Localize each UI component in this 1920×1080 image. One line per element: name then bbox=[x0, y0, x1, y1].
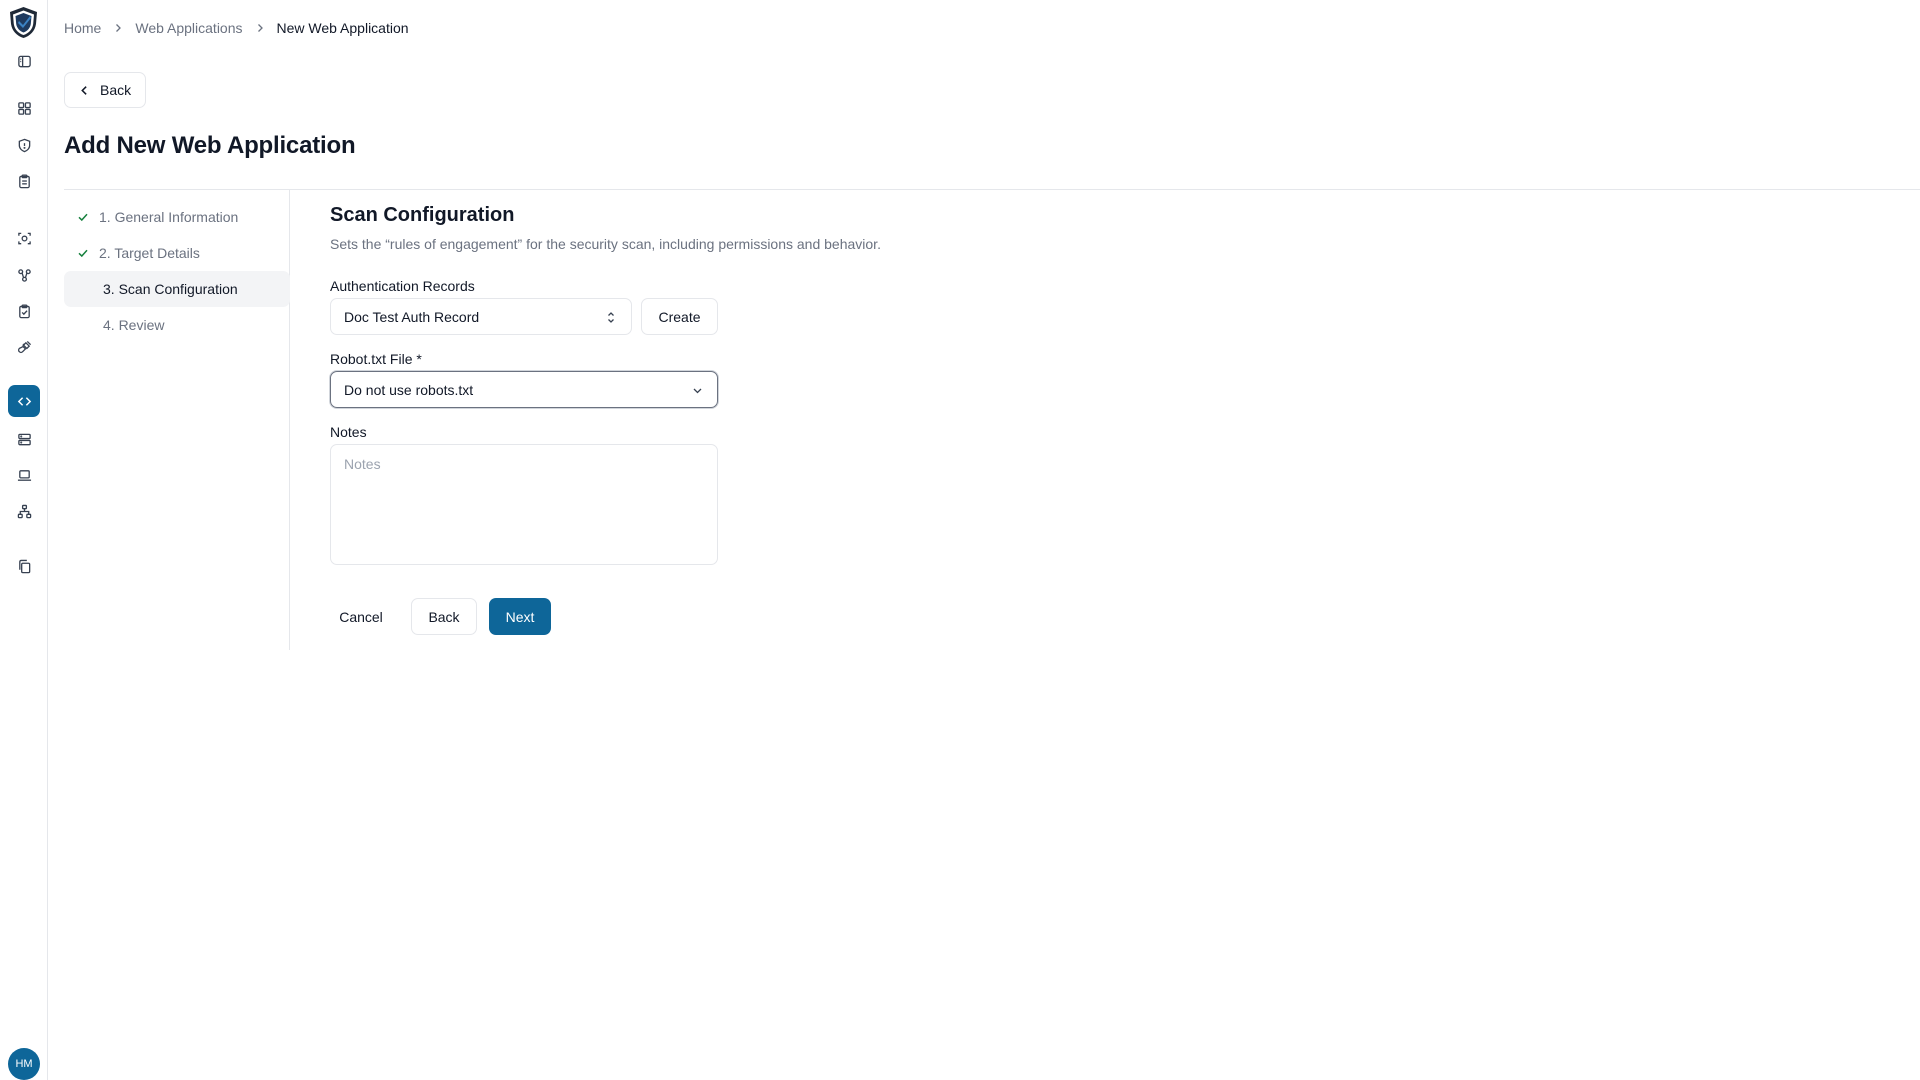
step-label: 2. Target Details bbox=[99, 245, 200, 261]
shield-icon[interactable] bbox=[14, 135, 34, 155]
page-title: Add New Web Application bbox=[64, 132, 356, 159]
authentication-records-select[interactable]: Doc Test Auth Record bbox=[330, 298, 632, 335]
breadcrumb-web-applications[interactable]: Web Applications bbox=[135, 20, 242, 36]
step-label: 1. General Information bbox=[99, 209, 239, 225]
section-title: Scan Configuration bbox=[330, 204, 515, 226]
cancel-button[interactable]: Cancel bbox=[330, 598, 392, 635]
icon-rail: HM bbox=[0, 0, 48, 1080]
next-button[interactable]: Next bbox=[489, 598, 551, 635]
chevrons-up-down-icon bbox=[608, 312, 614, 323]
header-divider bbox=[64, 189, 1920, 190]
chevron-right-icon bbox=[113, 23, 123, 33]
network-nodes-icon[interactable] bbox=[14, 265, 34, 285]
breadcrumb: Home Web Applications New Web Applicatio… bbox=[64, 19, 409, 37]
section-description: Sets the “rules of engagement” for the s… bbox=[330, 236, 881, 252]
step-scan-configuration[interactable]: 3. Scan Configuration bbox=[64, 271, 290, 307]
notes-label: Notes bbox=[330, 424, 367, 440]
robots-file-label: Robot.txt File * bbox=[330, 351, 422, 367]
user-avatar[interactable]: HM bbox=[8, 1048, 40, 1080]
notes-textarea[interactable] bbox=[330, 444, 718, 565]
chevron-left-icon bbox=[81, 85, 87, 95]
clipboard-icon[interactable] bbox=[14, 171, 34, 191]
shield-logo-icon[interactable] bbox=[8, 6, 39, 39]
back-button-label: Back bbox=[100, 82, 132, 98]
wizard-stepper: 1. General Information 2. Target Details… bbox=[64, 190, 290, 650]
server-icon[interactable] bbox=[14, 429, 34, 449]
authentication-records-value: Doc Test Auth Record bbox=[344, 308, 480, 325]
step-label: 4. Review bbox=[103, 317, 165, 333]
robots-file-select[interactable]: Do not use robots.txt bbox=[330, 371, 718, 408]
laptop-icon[interactable] bbox=[14, 465, 34, 485]
step-target-details[interactable]: 2. Target Details bbox=[64, 235, 290, 271]
chevron-right-icon bbox=[255, 23, 265, 33]
dashboard-icon[interactable] bbox=[14, 98, 34, 118]
step-general-information[interactable]: 1. General Information bbox=[64, 199, 290, 235]
back-step-button[interactable]: Back bbox=[411, 598, 477, 635]
breadcrumb-current: New Web Application bbox=[276, 20, 409, 36]
step-label: 3. Scan Configuration bbox=[103, 281, 238, 297]
clipboard-check-icon[interactable] bbox=[14, 301, 34, 321]
check-icon bbox=[78, 213, 88, 222]
sitemap-icon[interactable] bbox=[14, 501, 34, 521]
chevron-down-icon bbox=[693, 388, 702, 394]
robots-file-value: Do not use robots.txt bbox=[344, 381, 474, 398]
breadcrumb-home[interactable]: Home bbox=[64, 20, 101, 36]
scan-configuration-section: Scan Configuration Sets the “rules of en… bbox=[330, 203, 881, 253]
copy-documents-icon[interactable] bbox=[14, 556, 34, 576]
sidebar-toggle-icon[interactable] bbox=[14, 51, 34, 71]
authentication-records-label: Authentication Records bbox=[330, 278, 475, 294]
plugs-icon[interactable] bbox=[14, 337, 34, 357]
check-icon bbox=[78, 249, 88, 258]
code-icon[interactable] bbox=[8, 385, 40, 417]
scan-focus-icon[interactable] bbox=[14, 228, 34, 248]
back-button[interactable]: Back bbox=[64, 72, 146, 108]
step-review[interactable]: 4. Review bbox=[64, 307, 290, 343]
create-auth-record-button[interactable]: Create bbox=[641, 298, 718, 335]
